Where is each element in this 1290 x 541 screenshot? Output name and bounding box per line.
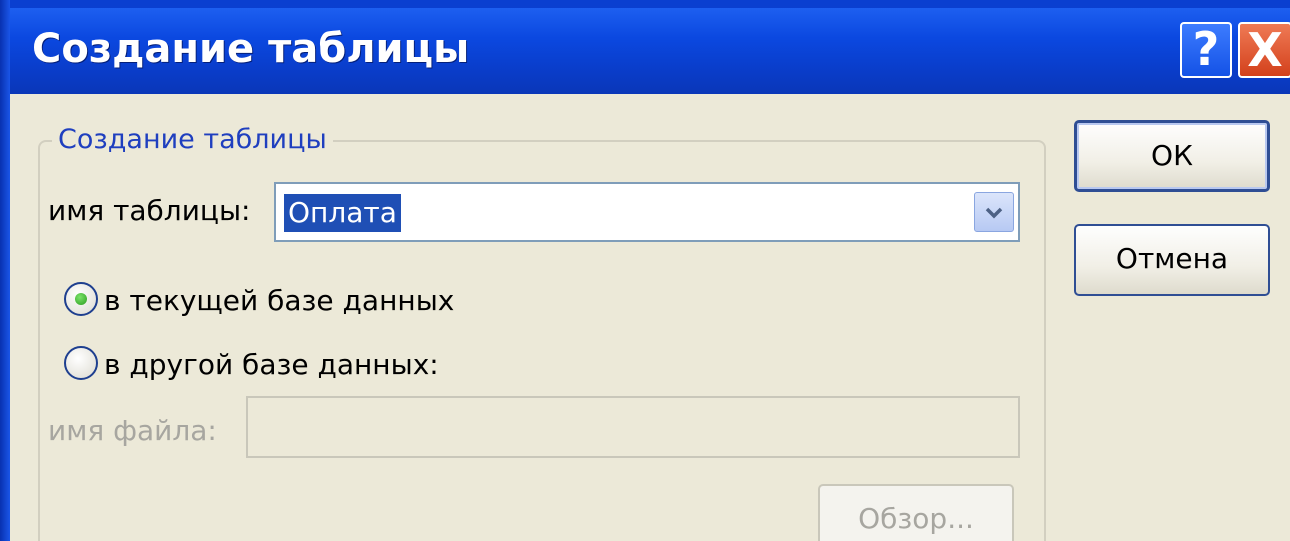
chevron-down-icon[interactable] [974, 192, 1014, 232]
file-name-input[interactable] [246, 396, 1020, 458]
groupbox-legend: Создание таблицы [52, 124, 333, 155]
radio-other-db[interactable] [64, 346, 98, 380]
ok-button[interactable]: ОК [1074, 120, 1270, 192]
help-button[interactable]: ? [1180, 22, 1232, 78]
window-left-border [0, 0, 10, 541]
title-bar[interactable]: Создание таблицы ? X [10, 8, 1290, 94]
dialog-window: Создание таблицы ? X Создание таблицы им… [0, 0, 1290, 541]
table-name-label: имя таблицы: [48, 194, 251, 227]
radio-selected-dot [75, 293, 87, 305]
option-other-db-label[interactable]: в другой базе данных: [104, 348, 439, 381]
browse-button[interactable]: Обзор... [818, 484, 1014, 541]
radio-current-db[interactable] [64, 282, 98, 316]
file-name-label: имя файла: [48, 414, 217, 447]
cancel-button[interactable]: Отмена [1074, 224, 1270, 296]
window-title: Создание таблицы [32, 26, 470, 72]
table-name-combobox[interactable]: Оплата [274, 182, 1020, 242]
dialog-body: Создание таблицы имя таблицы: Оплата в т… [10, 94, 1290, 541]
table-name-value[interactable]: Оплата [284, 194, 401, 232]
close-button[interactable]: X [1238, 22, 1290, 78]
option-current-db-label[interactable]: в текущей базе данных [104, 284, 454, 317]
